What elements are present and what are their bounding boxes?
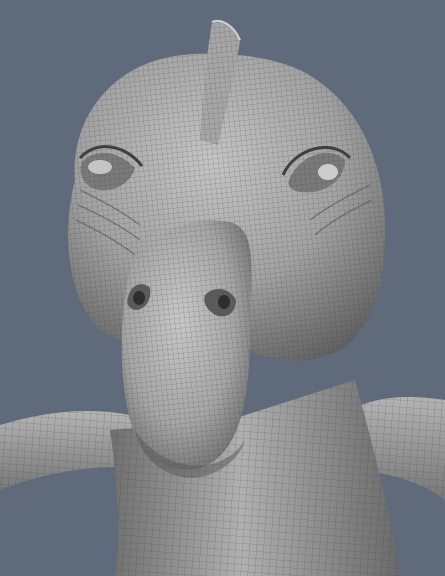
snout	[121, 220, 252, 470]
3d-viewport[interactable]	[0, 0, 445, 576]
model-render	[0, 20, 445, 576]
